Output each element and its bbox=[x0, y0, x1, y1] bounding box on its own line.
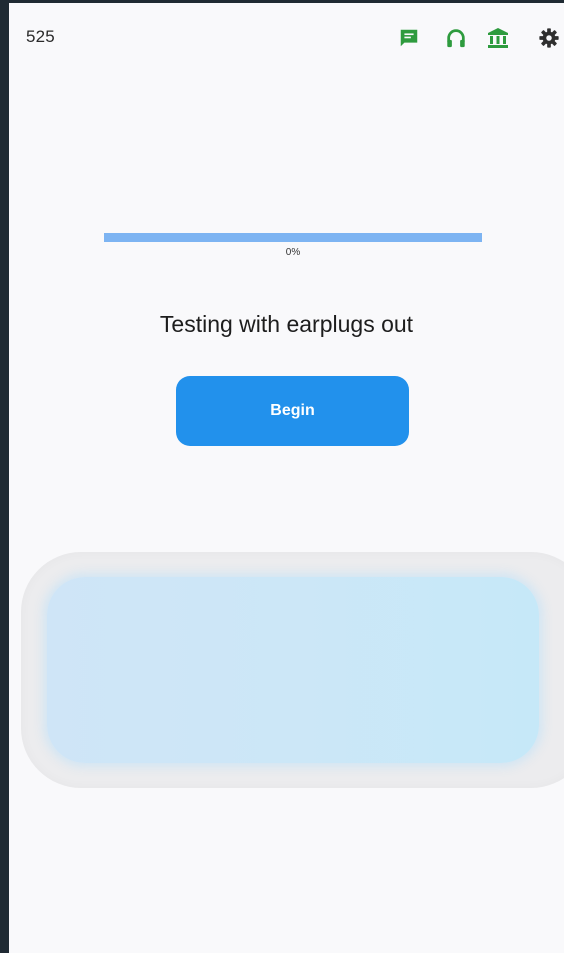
progress-label: 0% bbox=[285, 247, 301, 258]
chat-icon[interactable] bbox=[396, 25, 422, 51]
test-heading: Testing with earplugs out bbox=[159, 311, 414, 337]
progress-bar bbox=[104, 233, 482, 242]
top-bar: 525 bbox=[9, 3, 564, 67]
app-screen: 525 0% Testing with earplugs out Begin bbox=[0, 0, 564, 953]
begin-button[interactable]: Begin bbox=[176, 376, 409, 446]
gear-icon[interactable] bbox=[536, 25, 562, 51]
headphones-icon[interactable] bbox=[443, 25, 469, 51]
touch-area-panel[interactable] bbox=[47, 577, 539, 763]
bank-icon[interactable] bbox=[485, 25, 511, 51]
test-progress: 0% bbox=[104, 233, 482, 258]
status-counter: 525 bbox=[26, 27, 55, 46]
